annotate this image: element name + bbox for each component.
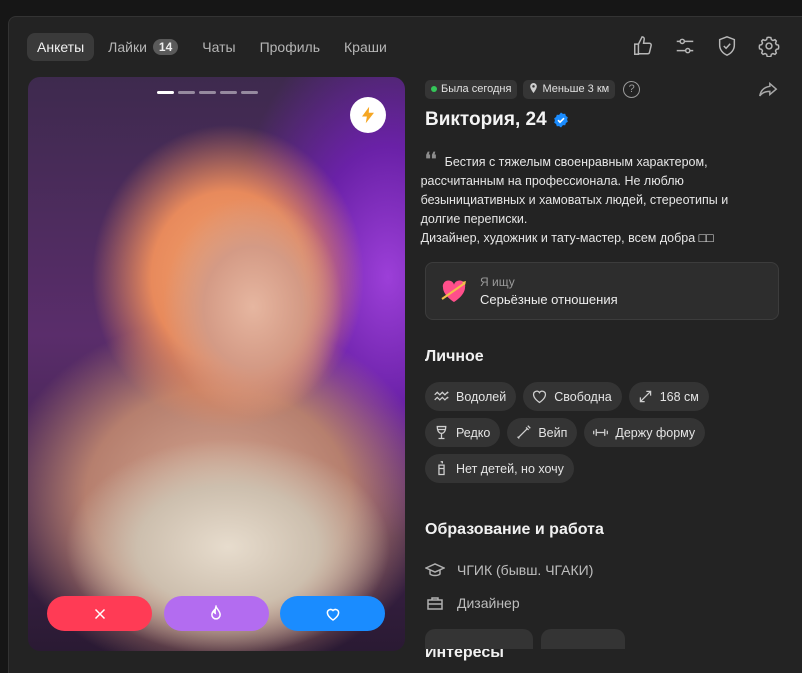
boost-button[interactable]	[350, 97, 386, 133]
action-buttons	[47, 596, 385, 631]
job-item: Дизайнер	[425, 586, 779, 619]
height-arrows-icon	[639, 390, 651, 403]
education-section-title: Образование и работа	[425, 521, 604, 538]
tag-zodiac: Водолей	[425, 382, 517, 411]
photo-pager-dot[interactable]	[241, 91, 258, 94]
filters-icon[interactable]	[674, 35, 696, 57]
looking-for-label: Я ищу	[480, 275, 515, 289]
tag-sport: Держу форму	[584, 418, 706, 447]
tag-relationship: Свободна	[523, 382, 622, 411]
super-like-button[interactable]	[163, 596, 269, 631]
tag-label: Свободна	[554, 389, 612, 404]
app-frame: Анкеты Лайки 14 Чаты Профиль Краши Была …	[0, 0, 802, 673]
photo-pager-dot[interactable]	[178, 91, 195, 94]
baby-bottle-icon	[438, 461, 445, 476]
interest-chip[interactable]	[425, 629, 533, 649]
personal-tags: Водолей Свободна 168 см Редко Вейп Держу…	[425, 382, 725, 483]
heart-outline-icon	[533, 390, 547, 404]
verified-icon	[553, 112, 568, 128]
tab-label: Анкеты	[37, 39, 85, 55]
likes-count-badge: 14	[152, 39, 179, 55]
photo-pager-dot[interactable]	[199, 91, 216, 94]
share-icon[interactable]	[757, 79, 779, 101]
gear-icon[interactable]	[758, 35, 780, 58]
briefcase-icon	[427, 596, 443, 610]
education-text: ЧГИК (бывш. ЧГАКИ)	[457, 561, 594, 578]
tag-label: Водолей	[456, 389, 507, 404]
tag-smoking: Вейп	[507, 418, 578, 447]
online-status-text: Была сегодня	[441, 83, 512, 95]
status-row: Была сегодня Меньше 3 км ?	[425, 79, 779, 99]
heart-arrow-icon	[441, 280, 466, 302]
profile-panel: Была сегодня Меньше 3 км ? Виктория, 24	[421, 79, 779, 662]
graduation-cap-icon	[425, 562, 445, 576]
tab-profile[interactable]: Профиль	[250, 33, 330, 61]
looking-for-card: Я ищу Серьёзные отношения	[425, 262, 779, 320]
tab-crushes[interactable]: Краши	[334, 33, 397, 61]
heart-icon	[326, 608, 339, 621]
online-dot-icon	[431, 86, 437, 92]
bio: ❛❛ Бестия с тяжелым своенравным характер…	[421, 151, 779, 248]
job-text: Дизайнер	[457, 594, 520, 611]
dumbbell-icon	[593, 429, 609, 436]
tag-height: 168 см	[628, 382, 709, 411]
personal-section-title: Личное	[425, 348, 484, 365]
profile-photo[interactable]	[28, 77, 405, 651]
bio-text: Бестия с тяжелым своенравным характером,…	[420, 155, 729, 245]
education-item: ЧГИК (бывш. ЧГАКИ)	[425, 553, 779, 586]
top-nav: Анкеты Лайки 14 Чаты Профиль Краши	[27, 33, 397, 61]
education-list: ЧГИК (бывш. ЧГАКИ) Дизайнер	[425, 553, 779, 619]
like-button[interactable]	[280, 596, 385, 631]
tag-label: Вейп	[538, 425, 568, 440]
tag-alcohol: Редко	[425, 418, 501, 447]
tag-label: Редко	[456, 425, 491, 440]
tab-label: Краши	[344, 39, 387, 55]
tag-label: Нет детей, но хочу	[456, 461, 564, 476]
looking-for-value: Серьёзные отношения	[480, 292, 618, 307]
aquarius-icon	[434, 391, 449, 401]
distance-text: Меньше 3 км	[542, 83, 610, 95]
vape-icon	[517, 425, 532, 439]
tab-label: Профиль	[259, 39, 320, 55]
tab-profiles[interactable]: Анкеты	[27, 33, 95, 61]
help-icon[interactable]: ?	[623, 80, 641, 98]
tab-label: Лайки	[108, 39, 147, 55]
interest-chip[interactable]	[541, 629, 625, 649]
location-pin-icon	[529, 82, 538, 96]
thumbs-up-icon[interactable]	[632, 35, 654, 57]
dislike-button[interactable]	[47, 596, 152, 631]
shield-check-icon[interactable]	[716, 35, 738, 57]
app-window: Анкеты Лайки 14 Чаты Профиль Краши Была …	[8, 16, 802, 673]
tab-label: Чаты	[202, 39, 236, 55]
flame-icon	[211, 604, 221, 620]
wine-glass-icon	[436, 425, 447, 440]
top-icon-bar	[632, 35, 780, 58]
tab-likes[interactable]: Лайки 14	[98, 33, 188, 61]
tab-chats[interactable]: Чаты	[192, 33, 245, 61]
online-status-badge: Была сегодня	[425, 79, 518, 99]
profile-name: Виктория, 24	[425, 109, 547, 130]
name-row: Виктория, 24	[425, 109, 779, 131]
photo-pager-dot[interactable]	[157, 91, 174, 94]
lightning-icon	[362, 106, 374, 124]
tag-label: Держу форму	[615, 425, 696, 440]
tag-label: 168 см	[659, 389, 699, 404]
close-icon	[94, 608, 105, 619]
tag-children: Нет детей, но хочу	[425, 454, 574, 483]
photo-pager-dot[interactable]	[220, 91, 237, 94]
interests-peek	[425, 629, 625, 649]
photo-pager	[157, 91, 258, 94]
distance-badge: Меньше 3 км	[523, 79, 616, 99]
